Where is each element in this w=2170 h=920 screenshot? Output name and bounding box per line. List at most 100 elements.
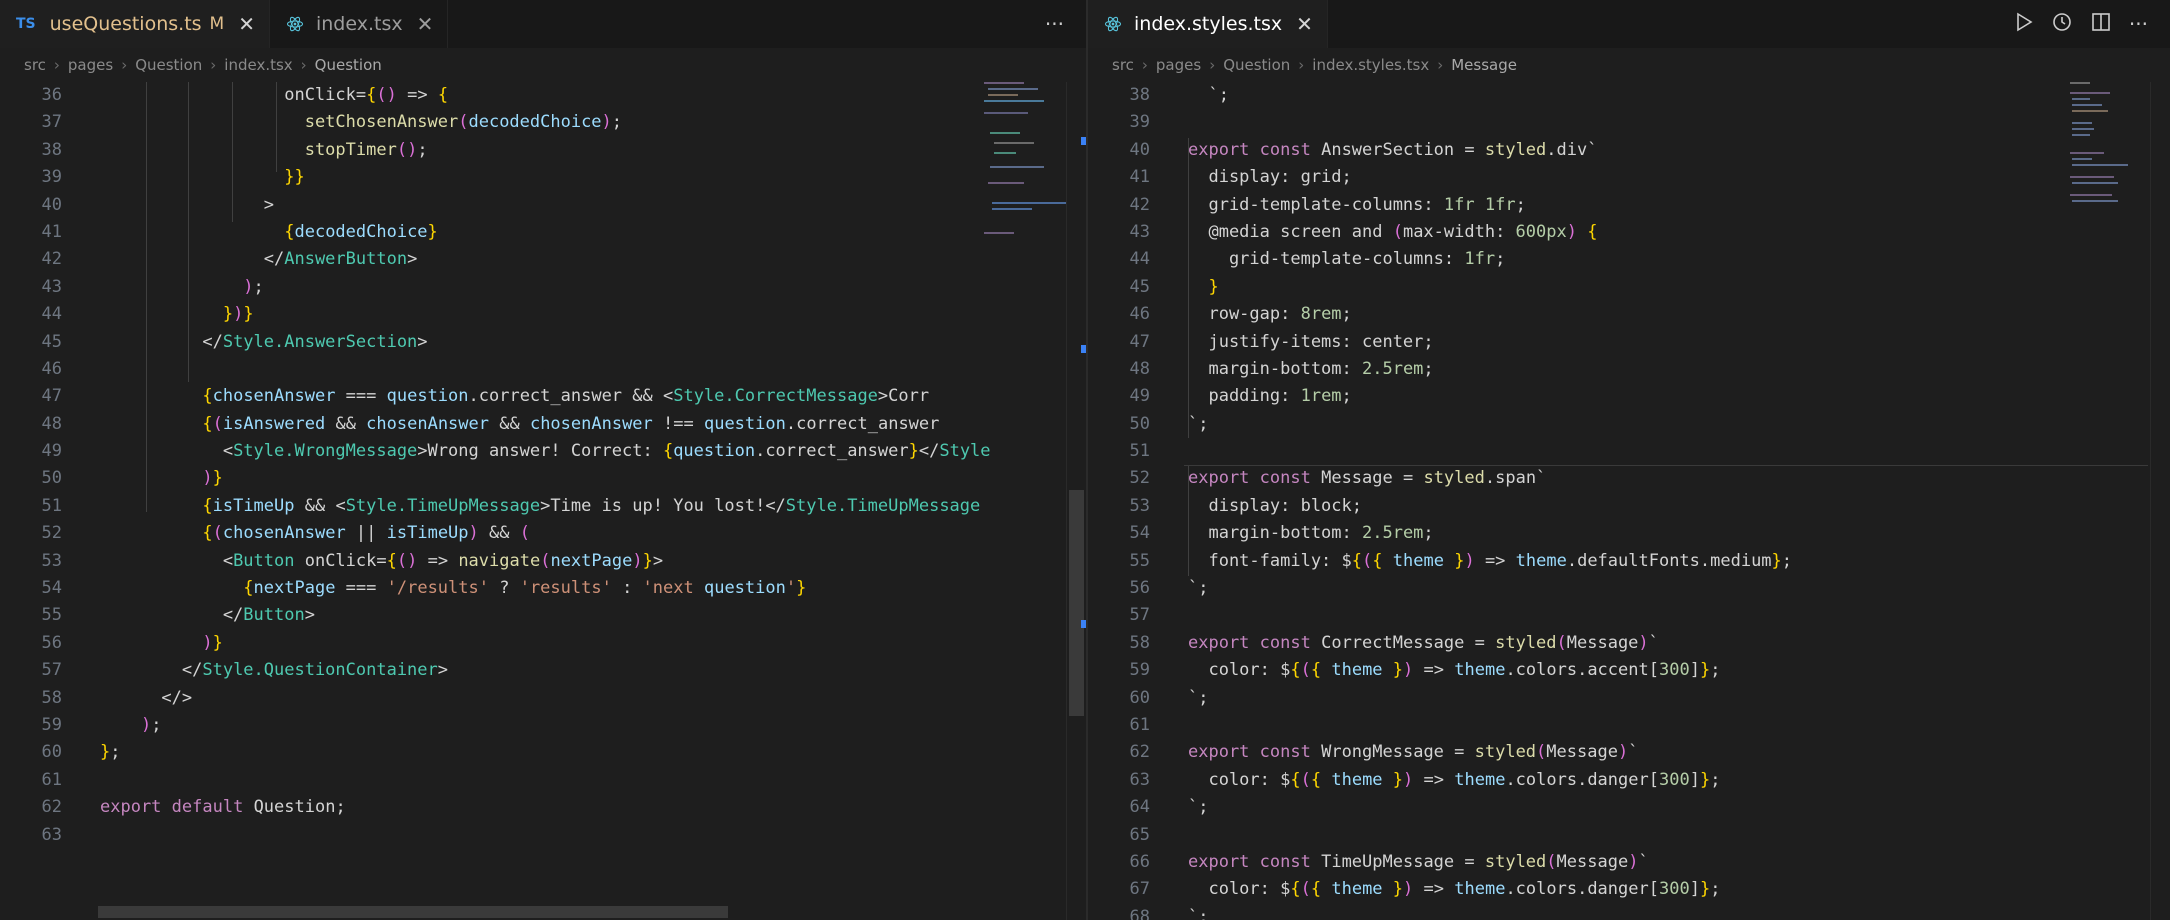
code-line[interactable]: 38 stopTimer(); [0,137,976,164]
code-line[interactable]: 57 </Style.QuestionContainer> [0,657,976,684]
line-number: 57 [1129,605,1150,626]
code-line[interactable]: 46 row-gap: 8rem; [1088,301,2050,328]
code-editor[interactable]: 36 onClick={() => {37 setChosenAnswer(de… [0,82,991,920]
more-actions-icon[interactable]: ··· [2129,12,2148,36]
code-line[interactable]: 65 [1088,822,2050,849]
code-line[interactable]: 60}; [0,739,976,766]
code-line[interactable]: 45 } [1088,274,2050,301]
code-line[interactable]: 63 color: ${({ theme }) => theme.colors.… [1088,767,2050,794]
code-line[interactable]: 64 `; [1088,794,2050,821]
code-line[interactable]: 42 grid-template-columns: 1fr 1fr; [1088,192,2050,219]
code-line[interactable]: 49 <Style.WrongMessage>Wrong answer! Cor… [0,438,991,465]
code-line[interactable]: 53 <Button onClick={() => navigate(nextP… [0,548,976,575]
code-line[interactable]: 59 ); [0,712,976,739]
code-line[interactable]: 41 display: grid; [1088,164,2050,191]
code-line[interactable]: 68 `; [1088,904,2050,920]
code-line[interactable]: 53 display: block; [1088,493,2050,520]
code-line[interactable]: 52 {(chosenAnswer || isTimeUp) && ( [0,520,976,547]
close-icon[interactable]: ✕ [1296,12,1313,36]
code-line[interactable]: 51 [1088,438,2050,465]
code-line[interactable]: 62 export default Question; [0,794,976,821]
horizontal-scrollbar[interactable] [0,904,1066,920]
tab-usequestions[interactable]: TS useQuestions.ts M ✕ [0,0,270,48]
line-text: export const TimeUpMessage = styled(Mess… [1188,851,1649,872]
code-line[interactable]: 44 grid-template-columns: 1fr; [1088,246,2050,273]
code-line[interactable]: 56 `; [1088,575,2050,602]
line-number: 37 [41,112,62,133]
breadcrumb-item[interactable]: pages [1156,56,1201,74]
breadcrumb-item[interactable]: Question [135,56,202,74]
breadcrumb-item[interactable]: index.tsx [224,56,292,74]
breadcrumb-item[interactable]: pages [68,56,113,74]
line-text: `; [1188,906,1209,920]
breadcrumb-item[interactable]: Question [1223,56,1290,74]
line-number: 60 [1129,687,1150,708]
code-line[interactable]: 39 }} [0,164,976,191]
vertical-scrollbar[interactable] [1066,82,1086,920]
code-line[interactable]: 42 </AnswerButton> [0,246,976,273]
line-number: 53 [41,550,62,571]
code-line[interactable]: 56 )} [0,630,976,657]
code-line[interactable]: 48 margin-bottom: 2.5rem; [1088,356,2050,383]
play-icon[interactable] [2015,12,2033,37]
close-icon[interactable]: ✕ [417,12,434,36]
code-line[interactable]: 61 [1088,712,2050,739]
code-line[interactable]: 47 {chosenAnswer === question.correct_an… [0,383,976,410]
code-line[interactable]: 39 [1088,109,2050,136]
code-line[interactable]: 38 `; [1088,82,2050,109]
code-line[interactable]: 54 {nextPage === '/results' ? 'results' … [0,575,976,602]
breadcrumb-item[interactable]: Question [315,56,382,74]
scrollbar-thumb[interactable] [1069,490,1084,716]
code-line[interactable]: 55 font-family: ${({ theme }) => theme.d… [1088,548,2050,575]
code-line[interactable]: 66 export const TimeUpMessage = styled(Me… [1088,849,2050,876]
code-line[interactable]: 54 margin-bottom: 2.5rem; [1088,520,2050,547]
code-line[interactable]: 43 @media screen and (max-width: 600px) … [1088,219,2050,246]
code-line[interactable]: 51 {isTimeUp && <Style.TimeUpMessage>Tim… [0,493,981,520]
tab-index-styles-tsx[interactable]: index.styles.tsx ✕ [1088,0,1328,48]
close-icon[interactable]: ✕ [238,12,255,36]
line-number: 49 [41,441,62,462]
code-line[interactable]: 41 {decodedChoice} [0,219,976,246]
code-line[interactable]: 62 export const WrongMessage = styled(Mes… [1088,739,2050,766]
minimap[interactable] [2070,82,2160,262]
code-line[interactable]: 50 `; [1088,411,2050,438]
code-line[interactable]: 58 export const CorrectMessage = styled(M… [1088,630,2050,657]
code-line[interactable]: 44 })} [0,301,976,328]
line-text: `; [1188,687,1209,708]
breadcrumb-item[interactable]: src [24,56,46,74]
code-line[interactable]: 57 [1088,602,2050,629]
code-line[interactable]: 45 </Style.AnswerSection> [0,329,976,356]
line-text: grid-template-columns: 1fr 1fr; [1188,194,1526,215]
code-line[interactable]: 48 {(isAnswered && chosenAnswer && chose… [0,411,976,438]
code-line[interactable]: 37 setChosenAnswer(decodedChoice); [0,109,976,136]
vertical-scrollbar[interactable] [2150,82,2170,920]
breadcrumb-item[interactable]: src [1112,56,1134,74]
code-line[interactable]: 40 export const AnswerSection = styled.di… [1088,137,2050,164]
code-line[interactable]: 43 ); [0,274,976,301]
code-line[interactable]: 47 justify-items: center; [1088,329,2050,356]
minimap[interactable] [984,82,1074,262]
breadcrumb-item[interactable]: Message [1451,56,1517,74]
code-line[interactable]: 46 [0,356,976,383]
scrollbar-thumb[interactable] [98,906,728,918]
code-line[interactable]: 63 [0,822,976,849]
code-line[interactable]: 60 `; [1088,685,2050,712]
code-line[interactable]: 36 onClick={() => { [0,82,976,109]
code-line[interactable]: 40 > [0,192,976,219]
split-editor-icon[interactable] [2091,12,2111,37]
code-line[interactable]: 50 )} [0,465,976,492]
code-editor[interactable]: 38 `; 39 40 export const AnswerSection = st… [1088,82,2050,920]
code-line[interactable]: 52 export const Message = styled.span` [1088,465,2050,492]
more-actions-icon[interactable]: ··· [1045,12,1064,36]
history-icon[interactable] [2051,11,2073,38]
code-line[interactable]: 49 padding: 1rem; [1088,383,2050,410]
code-line[interactable]: 61 [0,767,976,794]
code-line[interactable]: 55 </Button> [0,602,976,629]
line-number: 48 [1129,358,1150,379]
code-line[interactable]: 59 color: ${({ theme }) => theme.colors.… [1088,657,2050,684]
tab-index-tsx[interactable]: index.tsx ✕ [269,0,449,48]
code-line[interactable]: 58 </> [0,685,976,712]
line-text: </Button> [100,605,315,626]
breadcrumb-item[interactable]: index.styles.tsx [1312,56,1429,74]
code-line[interactable]: 67 color: ${({ theme }) => theme.colors.… [1088,876,2050,903]
